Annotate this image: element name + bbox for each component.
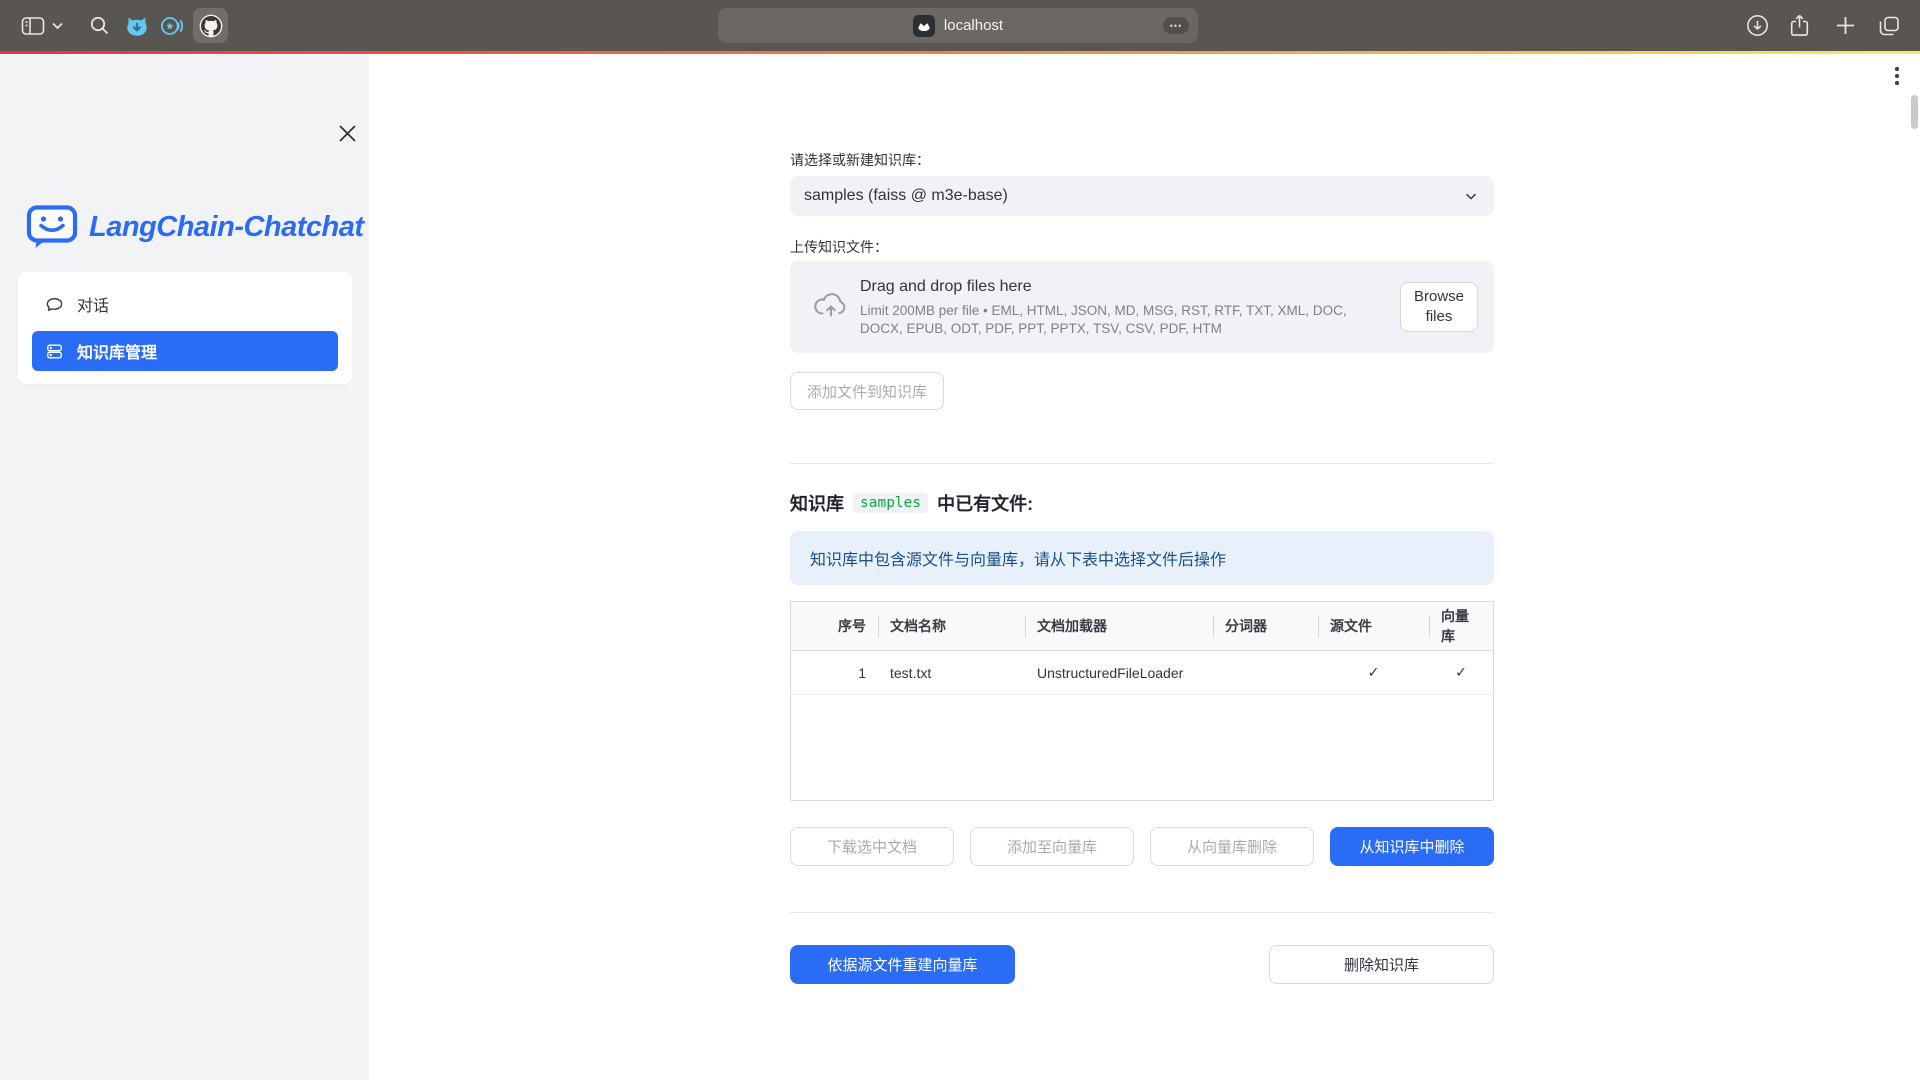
file-table: 序号 文档名称 文档加载器 分词器 源文件 向量库 1 test.txt Uns… <box>790 601 1494 801</box>
info-message: 知识库中包含源文件与向量库，请从下表中选择文件后操作 <box>790 531 1494 585</box>
kb-name-code: samples <box>853 493 928 513</box>
delete-kb-button[interactable]: 删除知识库 <box>1269 945 1494 984</box>
kb-select-value: samples (faiss @ m3e-base) <box>804 187 1462 205</box>
table-header-row: 序号 文档名称 文档加载器 分词器 源文件 向量库 <box>791 602 1493 651</box>
browse-files-button[interactable]: Browse files <box>1400 282 1478 332</box>
scrollbar-thumb[interactable] <box>1911 95 1918 129</box>
dropzone-limit: Limit 200MB per file • EML, HTML, JSON, … <box>860 302 1390 338</box>
divider <box>790 463 1494 464</box>
cell-no: 1 <box>791 651 878 694</box>
cloud-upload-icon <box>812 289 850 319</box>
cell-loader: UnstructuredFileLoader <box>1025 651 1213 694</box>
file-action-buttons: 下载选中文档 添加至向量库 从向量库删除 从知识库中删除 <box>790 827 1494 866</box>
url-more-icon[interactable]: ••• <box>1163 17 1189 34</box>
table-header-no[interactable]: 序号 <box>791 602 878 650</box>
app-logo: LangChain-Chatchat <box>26 204 364 250</box>
sidebar: LangChain-Chatchat 对话 知识库管理 <box>0 54 369 1080</box>
tabs-overview-icon[interactable] <box>1876 12 1903 39</box>
kb-select[interactable]: samples (faiss @ m3e-base) <box>790 176 1494 216</box>
files-heading-suffix: 中已有文件: <box>937 490 1033 516</box>
add-to-vectorstore-button[interactable]: 添加至向量库 <box>970 827 1134 866</box>
cell-name: test.txt <box>878 651 1025 694</box>
download-selected-button[interactable]: 下载选中文档 <box>790 827 954 866</box>
table-header-splitter[interactable]: 分词器 <box>1213 602 1318 650</box>
delete-from-vectorstore-button[interactable]: 从向量库删除 <box>1150 827 1314 866</box>
cell-splitter <box>1213 651 1318 694</box>
site-favicon <box>913 15 935 37</box>
circles-extension-icon[interactable] <box>158 12 185 39</box>
url-bar[interactable]: localhost ••• <box>718 8 1198 43</box>
table-header-name[interactable]: 文档名称 <box>878 602 1025 650</box>
new-tab-icon[interactable] <box>1832 12 1859 39</box>
upload-label: 上传知识文件： <box>790 237 888 257</box>
download-icon[interactable] <box>1744 12 1771 39</box>
sidebar-toggle-icon[interactable] <box>19 12 46 39</box>
logo-text: LangChain-Chatchat <box>89 211 364 244</box>
logo-chat-bubble-icon <box>26 204 78 250</box>
chevron-down-icon[interactable] <box>49 12 65 39</box>
table-header-loader[interactable]: 文档加载器 <box>1025 602 1213 650</box>
dropzone-text: Drag and drop files here Limit 200MB per… <box>860 278 1390 338</box>
dropzone-title: Drag and drop files here <box>860 278 1390 296</box>
table-header-vector[interactable]: 向量库 <box>1429 602 1493 650</box>
cat-extension-icon[interactable] <box>123 12 150 39</box>
select-kb-label: 请选择或新建知识库： <box>790 150 930 170</box>
github-extension-icon[interactable] <box>193 8 228 43</box>
files-heading-prefix: 知识库 <box>790 490 844 516</box>
add-files-to-kb-button[interactable]: 添加文件到知识库 <box>790 372 944 410</box>
sidebar-item-label: 知识库管理 <box>77 339 157 363</box>
files-heading: 知识库 samples 中已有文件: <box>790 490 1033 516</box>
knowledge-base-icon <box>45 342 64 361</box>
browser-toolbar: localhost ••• <box>0 0 1920 51</box>
sidebar-item-knowledge-base[interactable]: 知识库管理 <box>32 331 338 371</box>
sidebar-item-dialogue[interactable]: 对话 <box>32 284 338 324</box>
share-icon[interactable] <box>1786 12 1813 39</box>
delete-from-kb-button[interactable]: 从知识库中删除 <box>1330 827 1494 866</box>
rebuild-vectorstore-button[interactable]: 依据源文件重建向量库 <box>790 945 1015 984</box>
sidebar-menu: 对话 知识库管理 <box>18 272 352 384</box>
url-text: localhost <box>944 17 1003 34</box>
cell-source-check: ✓ <box>1318 651 1429 694</box>
app-menu-kebab-icon[interactable] <box>1888 64 1906 88</box>
file-dropzone[interactable]: Drag and drop files here Limit 200MB per… <box>790 261 1494 353</box>
chat-bubble-icon <box>45 295 64 314</box>
page: localhost ••• LangC <box>0 0 1920 1080</box>
table-header-source[interactable]: 源文件 <box>1318 602 1429 650</box>
table-row[interactable]: 1 test.txt UnstructuredFileLoader ✓ ✓ <box>791 651 1493 695</box>
chevron-down-icon <box>1462 187 1480 205</box>
cell-vector-check: ✓ <box>1429 651 1493 694</box>
divider <box>790 912 1494 913</box>
close-icon[interactable] <box>336 122 358 144</box>
search-icon[interactable] <box>86 12 113 39</box>
sidebar-item-label: 对话 <box>77 292 109 316</box>
